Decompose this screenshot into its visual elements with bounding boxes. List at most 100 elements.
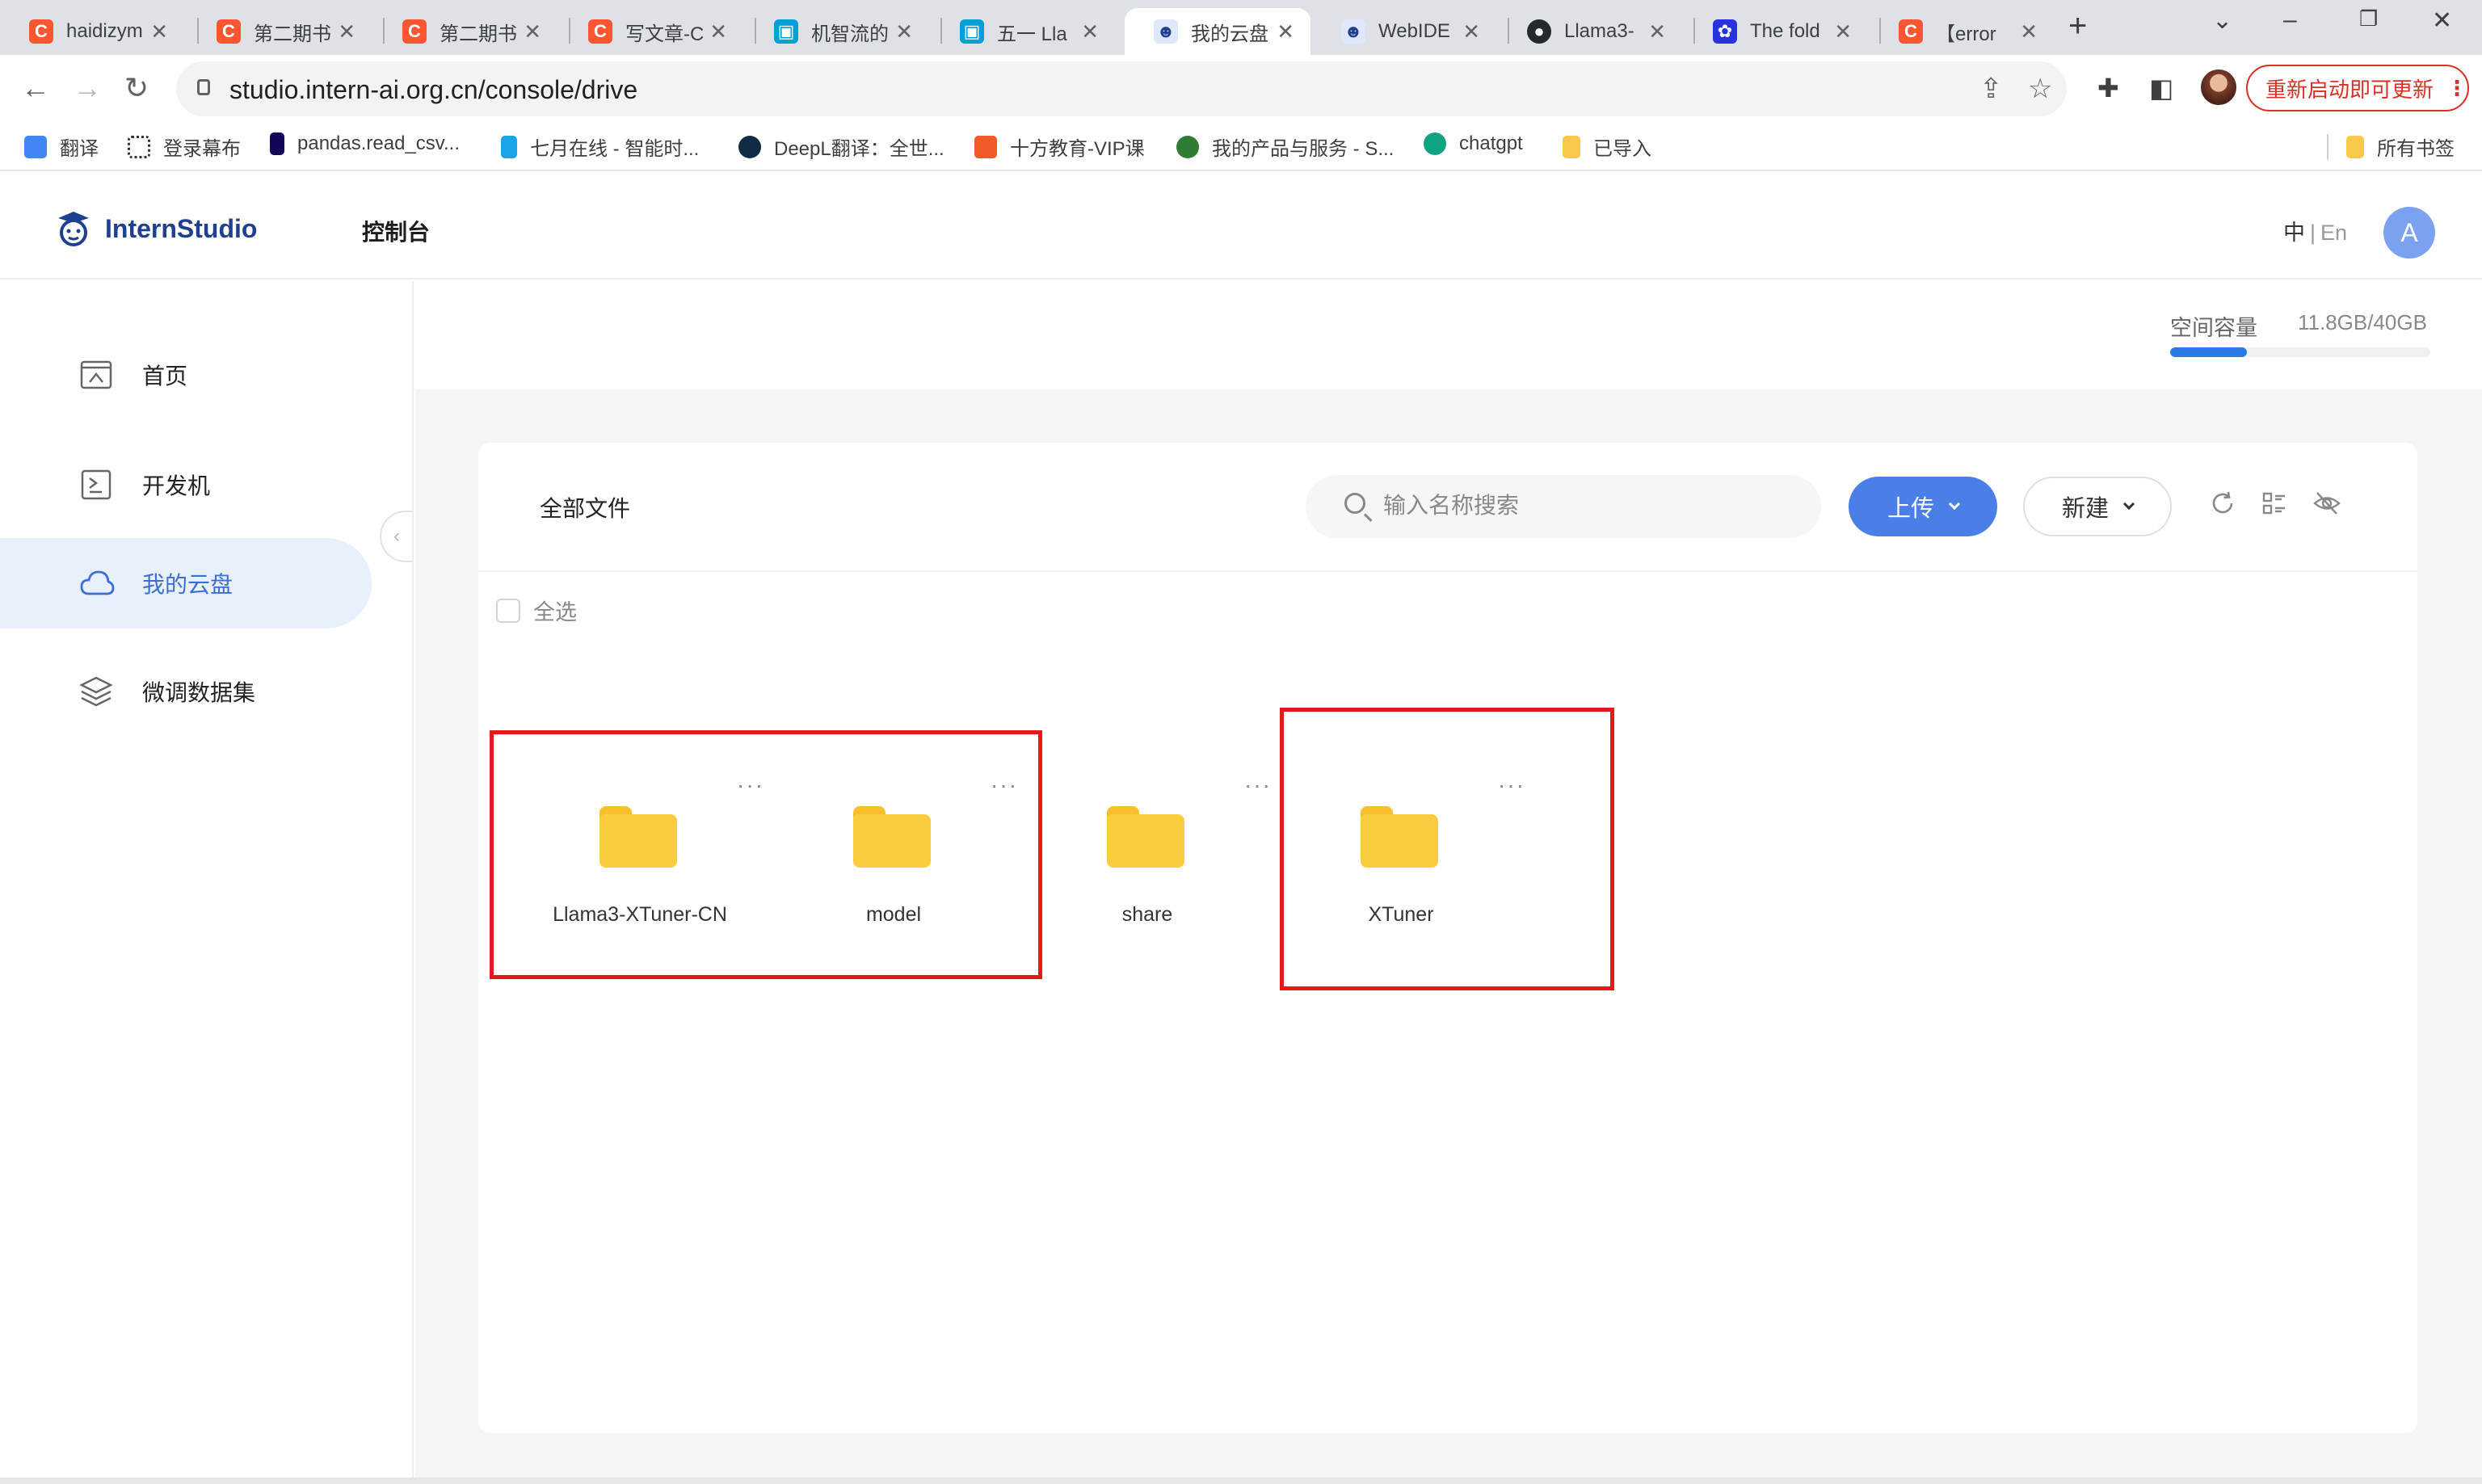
shifang-icon — [974, 135, 997, 158]
bilibili-icon: ▣ — [960, 19, 984, 44]
browser-tab[interactable]: ● Llama3- ✕ — [1498, 8, 1682, 55]
bookmark-star-icon[interactable]: ☆ — [2028, 73, 2052, 105]
sidebar-item-devmachine[interactable]: 开发机 — [0, 439, 372, 530]
lang-en[interactable]: En — [2320, 221, 2347, 245]
sidebar-item-drive[interactable]: 我的云盘 — [0, 538, 372, 628]
folder-name[interactable]: share — [1026, 903, 1268, 927]
browser-tab-bar: C haidizym ✕ C 第二期书 ✕ C 第二期书 ✕ C 写文章-C ✕… — [0, 0, 2482, 55]
search-input[interactable] — [1383, 490, 1803, 522]
close-icon[interactable]: ✕ — [709, 19, 727, 44]
browser-tab[interactable]: ▣ 五一 Lla ✕ — [931, 8, 1115, 55]
close-icon[interactable]: ✕ — [524, 19, 541, 44]
storage-progress-bar — [2170, 347, 2430, 357]
csdn-icon: C — [217, 19, 241, 44]
url-text[interactable]: studio.intern-ai.org.cn/console/drive — [229, 75, 637, 105]
bookmark-item[interactable]: 七月在线 - 智能时... — [501, 132, 699, 161]
browser-tab[interactable]: C 写文章-C ✕ — [559, 8, 743, 55]
new-button[interactable]: 新建 — [2023, 477, 2172, 536]
mubu-icon — [128, 135, 150, 158]
close-icon[interactable]: ✕ — [1081, 19, 1099, 44]
more-icon: ⋮ — [2446, 75, 2467, 100]
all-bookmarks[interactable]: 所有书签 — [2346, 132, 2455, 161]
bookmark-item[interactable]: pandas.read_csv... — [270, 132, 460, 155]
browser-tab-active[interactable]: ☻ 我的云盘 ✕ — [1125, 8, 1310, 55]
browser-tab[interactable]: C 第二期书 ✕ — [187, 8, 372, 55]
browser-tab[interactable]: C haidizym ✕ — [0, 8, 184, 55]
folder-item[interactable]: ··· share — [1026, 772, 1270, 950]
folder-icon — [1107, 806, 1184, 868]
close-icon[interactable]: ✕ — [1277, 19, 1294, 44]
drive-title: 全部文件 — [540, 496, 631, 521]
new-tab-button[interactable]: + — [2068, 8, 2087, 44]
user-avatar[interactable]: A — [2383, 207, 2435, 259]
layers-icon — [79, 675, 113, 708]
update-button[interactable]: 重新启动即可更新 ⋮ — [2246, 65, 2469, 111]
select-all[interactable]: 全选 — [496, 595, 577, 626]
highlight-box — [490, 730, 1042, 979]
browser-tab[interactable]: ✿ The fold ✕ — [1684, 8, 1868, 55]
folder-icon — [2346, 135, 2364, 158]
storage-value: 11.8GB/40GB — [2298, 310, 2427, 334]
close-icon[interactable]: ✕ — [1834, 19, 1852, 44]
close-icon[interactable]: ✕ — [338, 19, 355, 44]
sidebar-item-home[interactable]: 首页 — [0, 330, 372, 420]
lang-zh[interactable]: 中 — [2283, 221, 2305, 245]
restore-button[interactable]: ❐ — [2359, 6, 2378, 32]
browser-tab[interactable]: C 【error ✕ — [1870, 8, 2054, 55]
bookmarks-bar: 翻译 登录幕布 pandas.read_csv... 七月在线 - 智能时...… — [0, 123, 2482, 171]
bookmark-item[interactable]: chatgpt — [1424, 132, 1523, 155]
console-title[interactable]: 控制台 — [362, 215, 430, 247]
close-icon[interactable]: ✕ — [1648, 19, 1666, 44]
chevron-down-icon — [2122, 498, 2135, 511]
select-all-checkbox[interactable] — [496, 598, 520, 623]
bookmark-item[interactable]: DeepL翻译：全世... — [738, 132, 944, 161]
baidu-icon: ✿ — [1713, 19, 1737, 44]
more-options-icon[interactable]: ··· — [1244, 772, 1272, 798]
profile-avatar[interactable] — [2201, 69, 2236, 105]
lock-icon[interactable] — [197, 79, 210, 95]
tab-search-icon[interactable]: ⌄ — [2212, 6, 2232, 35]
logo[interactable]: InternStudio — [52, 207, 257, 250]
close-icon[interactable]: ✕ — [150, 19, 168, 44]
bookmark-item[interactable]: 我的产品与服务 - S... — [1176, 132, 1394, 161]
bilibili-icon: ▣ — [774, 19, 798, 44]
browser-tab[interactable]: ▣ 机智流的 ✕ — [745, 8, 929, 55]
storage-label: 空间容量 — [2170, 316, 2257, 340]
close-icon[interactable]: ✕ — [1462, 19, 1480, 44]
address-bar[interactable]: studio.intern-ai.org.cn/console/drive ⇪ … — [176, 61, 2067, 116]
bookmark-item[interactable]: 已导入 — [1563, 132, 1651, 161]
bookmark-item[interactable]: 十方教育-VIP课 — [974, 132, 1145, 161]
browser-tab[interactable]: ☻ WebIDE ✕ — [1312, 8, 1496, 55]
chevron-down-icon — [1948, 498, 1961, 511]
pandas-icon — [270, 132, 284, 155]
forward-button[interactable]: → — [73, 71, 102, 105]
folder-icon — [1563, 135, 1580, 158]
extensions-icon[interactable]: ✚ — [2097, 73, 2119, 103]
browser-tab[interactable]: C 第二期书 ✕ — [373, 8, 557, 55]
bookmark-item[interactable]: 翻译 — [24, 132, 99, 161]
back-button[interactable]: ← — [21, 71, 50, 105]
side-panel-icon[interactable]: ◧ — [2149, 73, 2173, 103]
hide-icon[interactable] — [2312, 490, 2341, 519]
product-icon — [1176, 135, 1199, 158]
terminal-icon — [79, 468, 113, 502]
sidebar-item-datasets[interactable]: 微调数据集 — [0, 646, 372, 737]
search-box[interactable] — [1306, 475, 1821, 538]
bookmark-item[interactable]: 登录幕布 — [128, 132, 241, 161]
home-icon — [79, 358, 113, 392]
cloud-icon — [79, 566, 115, 600]
browser-toolbar: ← → ↻ studio.intern-ai.org.cn/console/dr… — [0, 55, 2482, 123]
list-view-icon[interactable] — [2261, 490, 2290, 519]
upload-button[interactable]: 上传 — [1849, 477, 1997, 536]
deepl-icon — [738, 135, 761, 158]
storage-progress-fill — [2170, 347, 2247, 357]
close-icon[interactable]: ✕ — [2020, 19, 2038, 44]
close-icon[interactable]: ✕ — [895, 19, 913, 44]
refresh-icon[interactable] — [2209, 490, 2238, 519]
share-icon[interactable]: ⇪ — [1979, 73, 2003, 105]
close-window-button[interactable]: ✕ — [2432, 6, 2452, 35]
minimize-button[interactable]: – — [2283, 6, 2297, 34]
language-switch[interactable]: 中 | En — [2283, 215, 2347, 246]
reload-button[interactable]: ↻ — [124, 71, 149, 105]
app-header: InternStudio 控制台 中 | En A — [0, 171, 2482, 280]
